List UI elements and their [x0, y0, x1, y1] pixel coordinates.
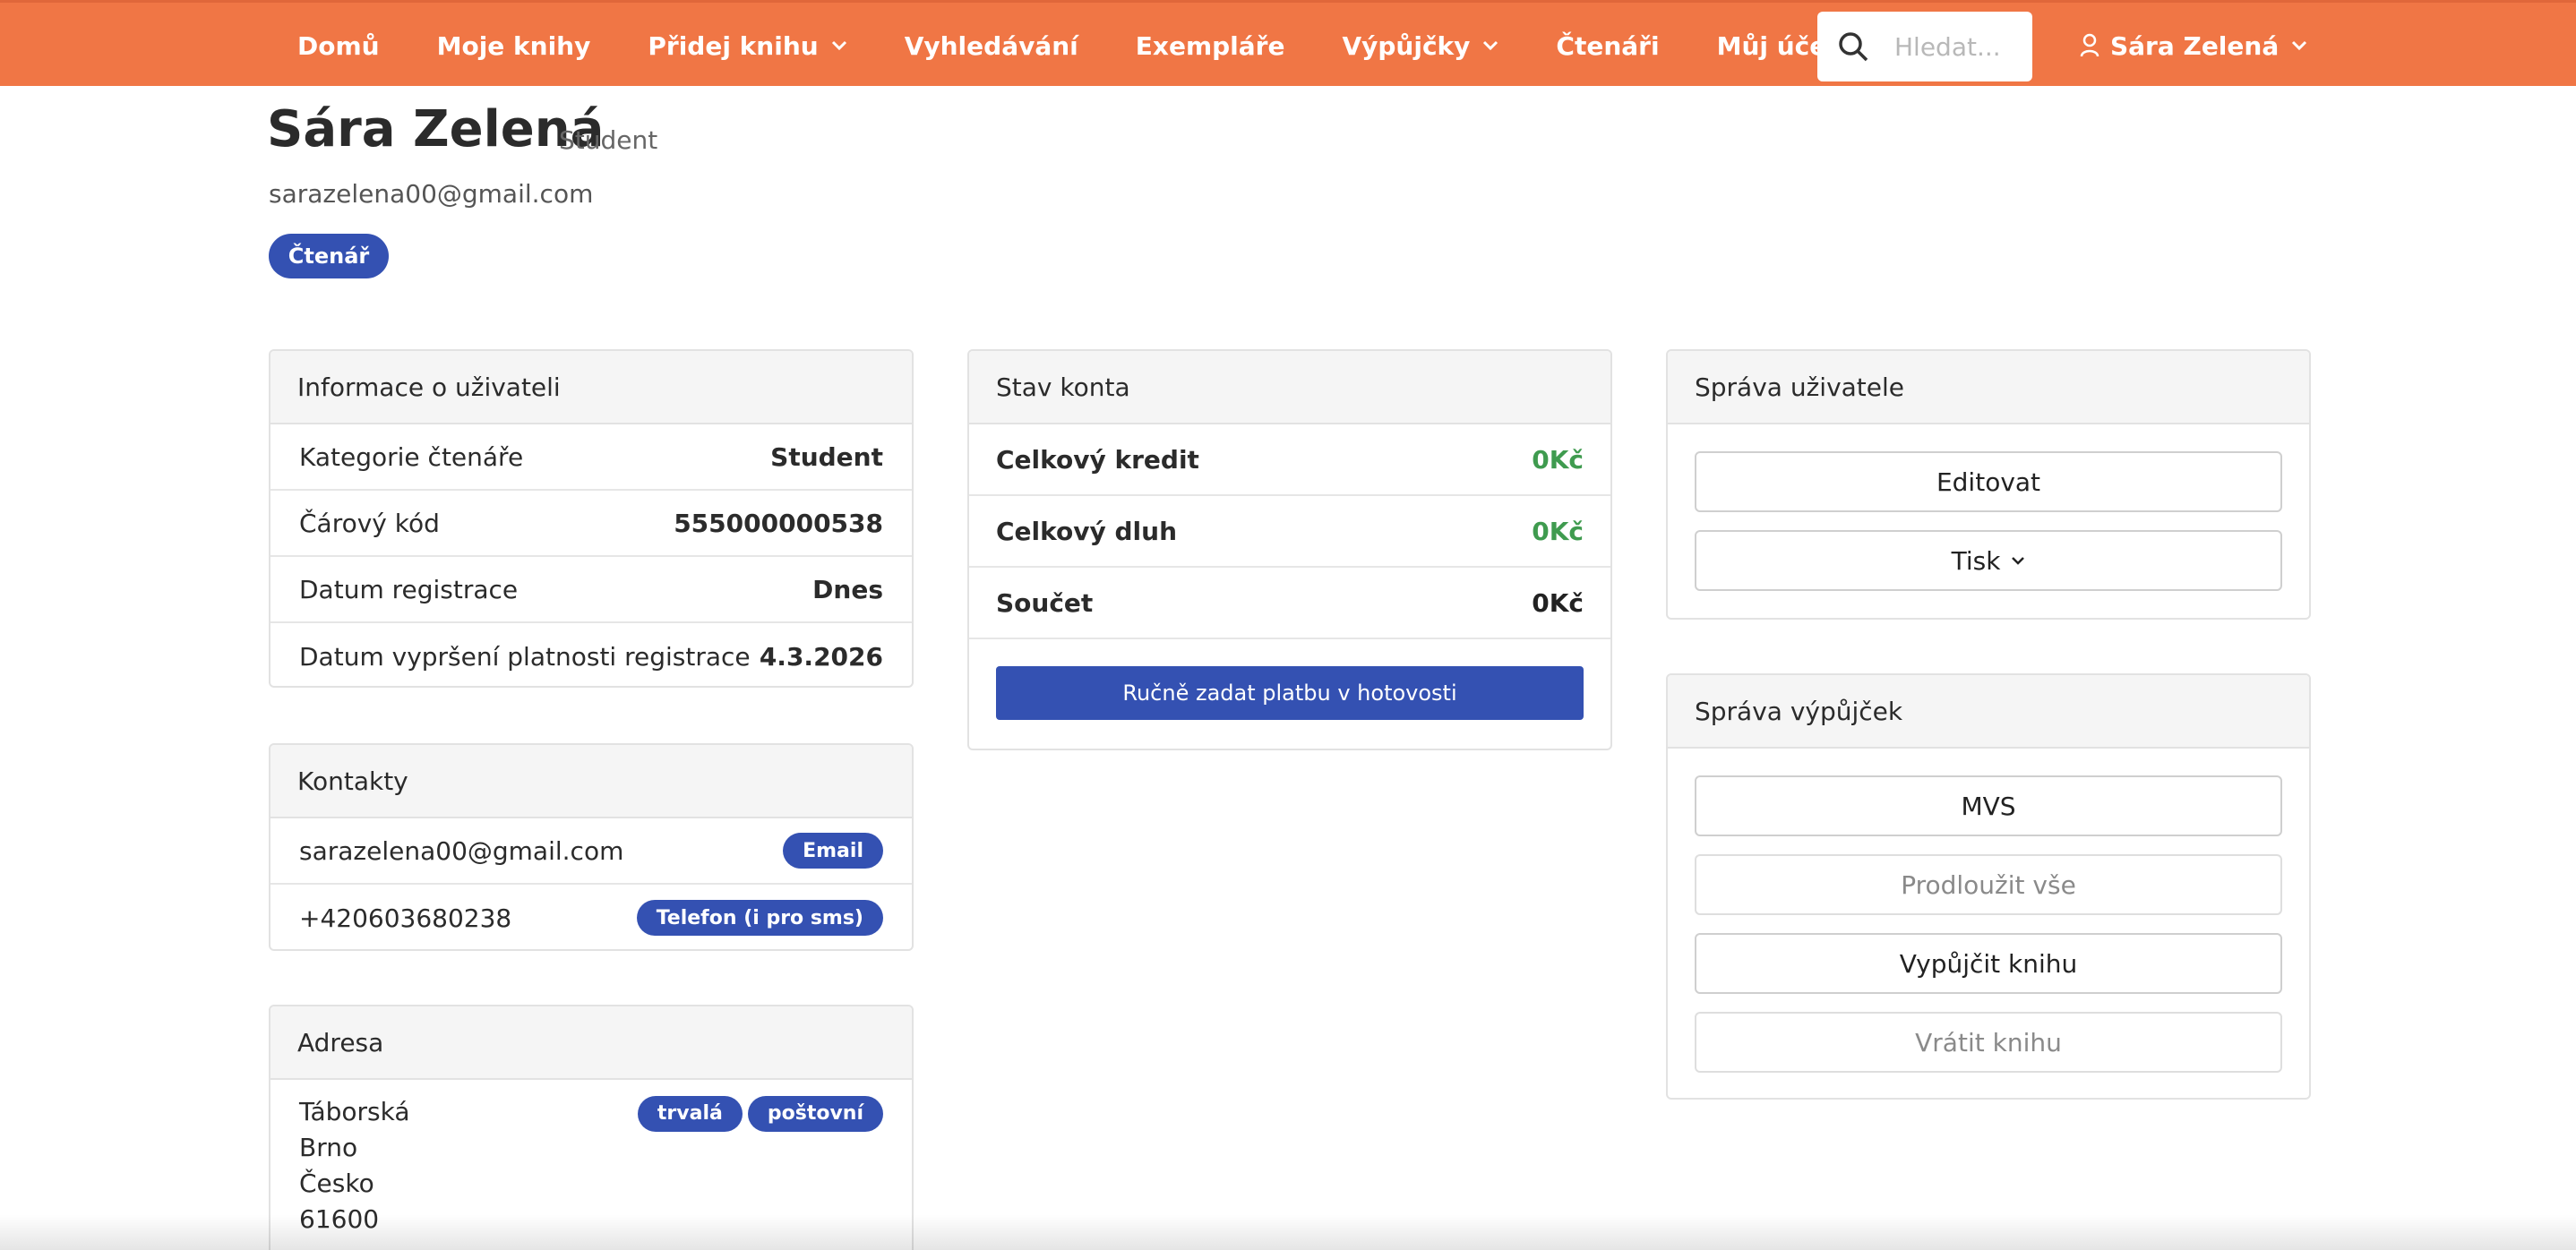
info-label: Čárový kód — [299, 508, 440, 538]
contact-row: sarazelena00@gmail.com Email — [270, 818, 912, 885]
address-line: Brno — [299, 1133, 358, 1162]
reader-category: Student — [559, 125, 658, 155]
user-menu-label: Sára Zelená — [2110, 30, 2280, 61]
nav-item-label: Výpůjčky — [1342, 30, 1471, 61]
account-card: Stav konta Celkový kredit 0Kč Celkový dl… — [967, 349, 1612, 750]
info-value: Dnes — [812, 574, 883, 604]
nav-item-search[interactable]: Vyhledávání — [905, 3, 1078, 89]
address-tag: trvalá — [637, 1096, 743, 1132]
info-label: Datum registrace — [299, 574, 519, 604]
card-title: Stav konta — [969, 351, 1610, 424]
info-row: Datum registrace Dnes — [270, 557, 912, 623]
edit-button-label: Editovat — [1936, 467, 2041, 497]
info-label: Kategorie čtenáře — [299, 441, 524, 472]
role-badge: Čtenář — [269, 234, 389, 278]
nav-item-label: Vyhledávání — [904, 30, 1078, 61]
cash-payment-button[interactable]: Ručně zadat platbu v hotovosti — [996, 666, 1584, 720]
info-row: Čárový kód 555000000538 — [270, 491, 912, 557]
search-input[interactable] — [1894, 31, 2029, 62]
info-row: Datum vypršení platnosti registrace 4.3.… — [270, 623, 912, 686]
loans-admin-card: Správa výpůjček MVS Prodloužit vše Vypůj… — [1666, 673, 2311, 1100]
contact-type-badge: Telefon (i pro sms) — [636, 900, 883, 936]
info-label: Datum vypršení platnosti registrace — [299, 641, 751, 672]
info-value: Student — [770, 441, 883, 472]
user-admin-card: Správa uživatele Editovat Tisk — [1666, 349, 2311, 620]
account-row: Celkový dluh 0Kč — [969, 496, 1610, 568]
nav-item-label: Moje knihy — [436, 30, 591, 61]
mvs-button-label: MVS — [1961, 791, 2016, 821]
nav-item-copies[interactable]: Exempláře — [1136, 3, 1285, 89]
nav-menu: Domů Moje knihy Přidej knihu Vyhledávání… — [297, 3, 1996, 89]
info-value: 4.3.2026 — [759, 641, 883, 672]
contact-type-badge: Email — [783, 833, 883, 869]
card-title: Správa uživatele — [1668, 351, 2309, 424]
window-bottom-edge — [0, 1214, 2576, 1250]
page-title: Sára Zelená — [267, 100, 605, 158]
account-amount: 0Kč — [1532, 444, 1584, 475]
contacts-card: Kontakty sarazelena00@gmail.com Email +4… — [269, 743, 914, 951]
mvs-button[interactable]: MVS — [1695, 775, 2282, 836]
card-title: Informace o uživateli — [270, 351, 912, 424]
address-tag: poštovní — [747, 1096, 883, 1132]
return-book-button[interactable]: Vrátit knihu — [1695, 1012, 2282, 1073]
contact-value: +420603680238 — [299, 903, 512, 933]
contact-row: +420603680238 Telefon (i pro sms) — [270, 885, 912, 949]
nav-item-label: Exempláře — [1135, 30, 1285, 61]
card-title: Správa výpůjček — [1668, 675, 2309, 749]
search-icon[interactable] — [1837, 30, 1869, 63]
account-row: Součet 0Kč — [969, 568, 1610, 639]
account-label: Součet — [996, 587, 1094, 618]
account-label: Celkový dluh — [996, 516, 1178, 546]
address-tags: trvalá poštovní — [637, 1096, 883, 1132]
nav-item-label: Přidej knihu — [648, 30, 819, 61]
chevron-down-icon — [1482, 40, 1498, 51]
renew-all-button[interactable]: Prodloužit vše — [1695, 854, 2282, 915]
top-navbar: Domů Moje knihy Přidej knihu Vyhledávání… — [0, 0, 2576, 86]
search-box — [1817, 12, 2032, 81]
nav-item-loans[interactable]: Výpůjčky — [1342, 3, 1498, 89]
card-title: Kontakty — [270, 745, 912, 818]
nav-item-home[interactable]: Domů — [297, 3, 380, 89]
card-title: Adresa — [270, 1006, 912, 1080]
user-menu[interactable]: Sára Zelená — [2080, 3, 2307, 89]
info-value: 555000000538 — [674, 508, 883, 538]
info-row: Kategorie čtenáře Student — [270, 424, 912, 491]
edit-button[interactable]: Editovat — [1695, 451, 2282, 512]
nav-item-label: Domů — [297, 30, 380, 61]
chevron-down-icon — [2011, 556, 2025, 566]
address-line: Česko — [299, 1169, 374, 1198]
nav-item-my-books[interactable]: Moje knihy — [437, 3, 591, 89]
account-label: Celkový kredit — [996, 444, 1199, 475]
contact-value: sarazelena00@gmail.com — [299, 835, 624, 866]
address-card: Adresa Táborská Brno Česko 61600 trvalá … — [269, 1005, 914, 1250]
lend-book-label: Vypůjčit knihu — [1899, 948, 2078, 979]
account-amount: 0Kč — [1532, 587, 1584, 618]
user-icon — [2080, 33, 2099, 58]
nav-item-label: Čtenáři — [1556, 30, 1660, 61]
account-row: Celkový kredit 0Kč — [969, 424, 1610, 496]
chevron-down-icon — [2291, 40, 2307, 51]
renew-all-label: Prodloužit vše — [1901, 869, 2076, 900]
nav-item-add-book[interactable]: Přidej knihu — [648, 3, 846, 89]
profile-email: sarazelena00@gmail.com — [269, 179, 594, 209]
return-book-label: Vrátit knihu — [1915, 1027, 2062, 1057]
lend-book-button[interactable]: Vypůjčit knihu — [1695, 933, 2282, 994]
nav-item-readers[interactable]: Čtenáři — [1556, 3, 1659, 89]
account-amount: 0Kč — [1532, 516, 1584, 546]
chevron-down-icon — [831, 40, 847, 51]
print-button-label: Tisk — [1951, 545, 2001, 576]
print-dropdown-button[interactable]: Tisk — [1695, 530, 2282, 591]
user-info-card: Informace o uživateli Kategorie čtenáře … — [269, 349, 914, 688]
